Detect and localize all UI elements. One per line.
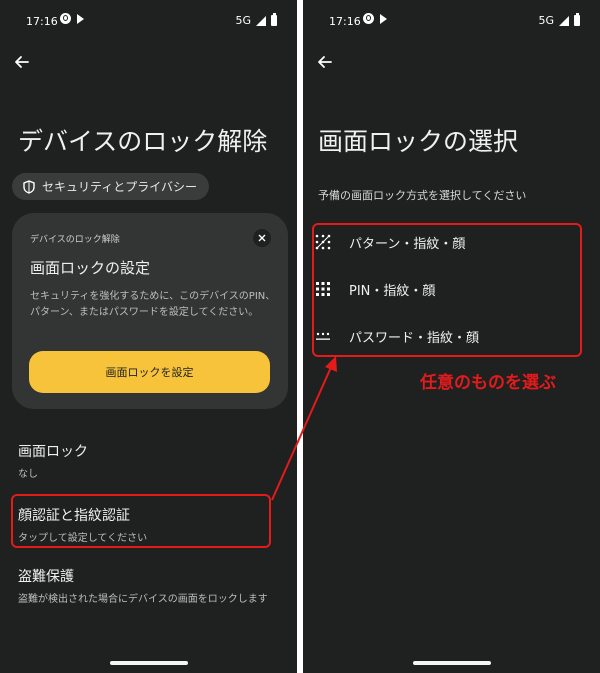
signal-icon bbox=[256, 15, 266, 26]
pattern-icon bbox=[315, 234, 331, 250]
close-icon bbox=[258, 234, 266, 242]
card-close-button[interactable] bbox=[253, 229, 271, 247]
breadcrumb-chip[interactable]: セキュリティとプライバシー bbox=[12, 173, 210, 200]
option-pattern[interactable]: パターン・指紋・顔 bbox=[315, 225, 575, 259]
status-time: 17:16 bbox=[26, 15, 58, 28]
setting-subtitle: なし bbox=[18, 469, 38, 480]
password-icon bbox=[315, 328, 331, 344]
card-eyebrow: デバイスのロック解除 bbox=[30, 235, 120, 245]
page-subtitle: 予備の画面ロック方式を選択してください bbox=[318, 189, 527, 202]
setting-title: 顔認証と指紋認証 bbox=[18, 508, 130, 524]
setting-subtitle: 盗難が検出された場合にデバイスの画面をロックします bbox=[18, 594, 268, 605]
status-bar: 17:16 5G bbox=[303, 0, 600, 40]
setting-subtitle: タップして設定してください bbox=[18, 533, 148, 544]
back-button[interactable] bbox=[313, 50, 337, 74]
notification-icon bbox=[363, 13, 374, 24]
status-bar: 17:16 5G bbox=[0, 0, 297, 40]
chip-label: セキュリティとプライバシー bbox=[42, 180, 198, 194]
battery-icon bbox=[271, 13, 277, 26]
network-type: 5G bbox=[235, 14, 251, 27]
right-screen: 17:16 5G 画面ロックの選択 予備の画面ロック方式を選択してください パタ… bbox=[303, 0, 600, 673]
set-screen-lock-button[interactable]: 画面ロックを設定 bbox=[29, 351, 270, 393]
option-password[interactable]: パスワード・指紋・顔 bbox=[315, 319, 575, 353]
battery-icon bbox=[574, 13, 580, 26]
setting-face-fingerprint[interactable]: 顔認証と指紋認証 タップして設定してください bbox=[18, 505, 288, 544]
network-type: 5G bbox=[538, 14, 554, 27]
back-arrow-icon bbox=[15, 56, 29, 68]
option-pin[interactable]: PIN・指紋・顔 bbox=[315, 272, 575, 306]
option-label: パスワード・指紋・顔 bbox=[349, 330, 480, 346]
shield-icon bbox=[23, 179, 35, 194]
setting-theft-protection[interactable]: 盗難保護 盗難が検出された場合にデバイスの画面をロックします bbox=[18, 566, 288, 605]
setting-title: 盗難保護 bbox=[18, 569, 74, 585]
setting-screen-lock[interactable]: 画面ロック なし bbox=[18, 441, 288, 480]
option-label: パターン・指紋・顔 bbox=[349, 236, 466, 252]
left-screen: 17:16 5G デバイスのロック解除 セキュリティとプライバシー デバイスのロ… bbox=[0, 0, 297, 673]
status-time: 17:16 bbox=[329, 15, 361, 28]
notification-icon bbox=[60, 13, 71, 24]
gesture-bar[interactable] bbox=[109, 661, 188, 665]
page-title: デバイスのロック解除 bbox=[18, 127, 268, 156]
card-title: 画面ロックの設定 bbox=[30, 259, 151, 277]
back-button[interactable] bbox=[10, 50, 34, 74]
play-store-icon bbox=[380, 13, 387, 24]
signal-icon bbox=[559, 15, 569, 26]
option-label: PIN・指紋・顔 bbox=[349, 283, 436, 299]
pin-icon bbox=[315, 281, 331, 297]
setting-title: 画面ロック bbox=[18, 444, 88, 460]
play-store-icon bbox=[77, 13, 84, 24]
page-title: 画面ロックの選択 bbox=[318, 127, 519, 156]
card-description: セキュリティを強化するために、このデバイスのPIN、パターン、またはパスワードを… bbox=[30, 291, 276, 318]
back-arrow-icon bbox=[318, 56, 332, 68]
annotation-text: 任意のものを選ぶ bbox=[420, 373, 556, 393]
setup-card: デバイスのロック解除 画面ロックの設定 セキュリティを強化するために、このデバイ… bbox=[12, 213, 288, 409]
gesture-bar[interactable] bbox=[412, 661, 491, 665]
